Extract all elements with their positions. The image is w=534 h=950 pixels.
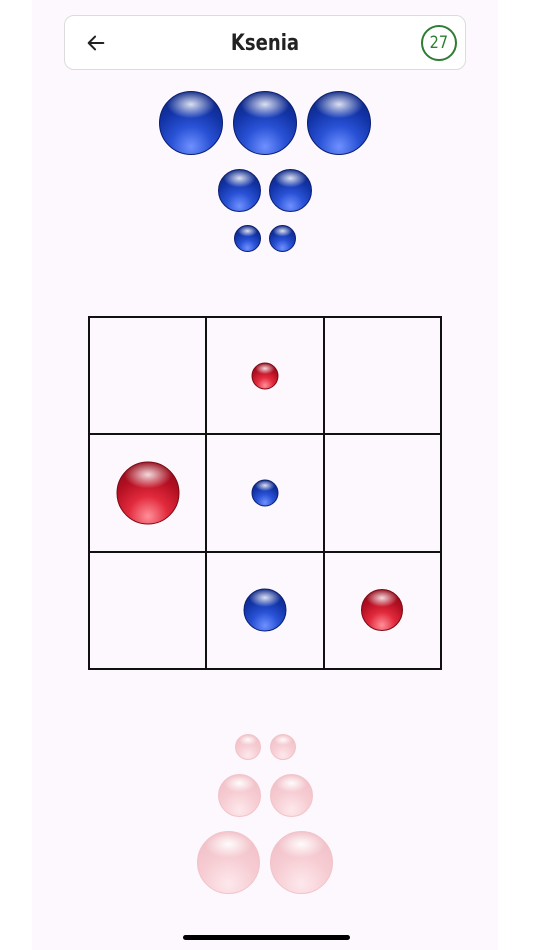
- player-piece-medium[interactable]: [270, 774, 313, 817]
- board-cell-r3c3[interactable]: [323, 551, 441, 669]
- opponent-piece-large: [233, 91, 297, 155]
- opponent-piece-small: [234, 225, 261, 252]
- blue-piece-small[interactable]: [251, 479, 279, 507]
- red-piece-small[interactable]: [251, 362, 279, 390]
- board-cell-r2c2[interactable]: [206, 434, 324, 552]
- opponent-piece-medium: [269, 169, 312, 212]
- opponent-piece-small: [269, 225, 296, 252]
- opponent-name: Ksenia: [230, 31, 300, 56]
- player-piece-large[interactable]: [270, 831, 333, 894]
- player-piece-large[interactable]: [197, 831, 260, 894]
- game-board: [88, 316, 442, 670]
- board-cell-r1c3[interactable]: [323, 317, 441, 435]
- arrow-left-icon: [87, 35, 105, 51]
- board-cell-r2c3[interactable]: [323, 434, 441, 552]
- opponent-piece-medium: [218, 169, 261, 212]
- opponent-piece-large: [159, 91, 223, 155]
- board-cell-r1c2[interactable]: [206, 317, 324, 435]
- red-piece-large[interactable]: [116, 461, 180, 525]
- opponent-piece-large: [307, 91, 371, 155]
- turn-timer: 27: [421, 25, 457, 61]
- player-piece-small[interactable]: [270, 734, 296, 760]
- top-bar: Ksenia 27: [64, 15, 466, 70]
- red-piece-medium[interactable]: [361, 589, 404, 632]
- board-cell-r2c1[interactable]: [89, 434, 207, 552]
- back-button[interactable]: [81, 28, 111, 58]
- blue-piece-medium[interactable]: [243, 588, 287, 632]
- player-piece-medium[interactable]: [218, 774, 261, 817]
- board-cell-r1c1[interactable]: [89, 317, 207, 435]
- timer-value: 27: [429, 33, 449, 53]
- player-piece-small[interactable]: [235, 734, 261, 760]
- board-cell-r3c1[interactable]: [89, 551, 207, 669]
- board-cell-r3c2[interactable]: [206, 551, 324, 669]
- home-indicator[interactable]: [183, 935, 350, 940]
